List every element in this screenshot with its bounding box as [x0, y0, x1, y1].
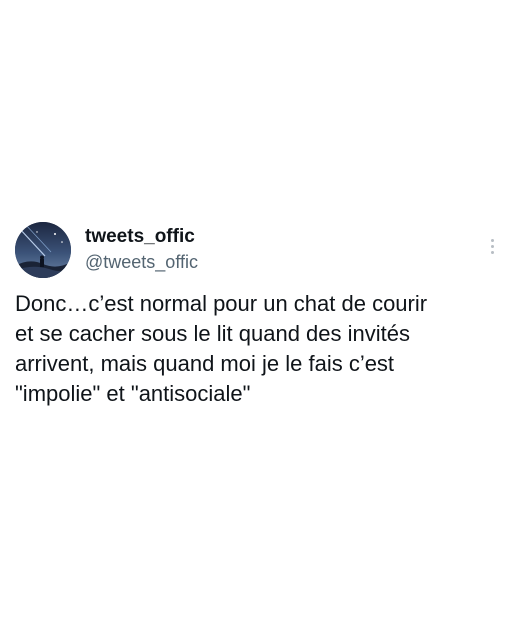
avatar[interactable]: [15, 222, 71, 278]
more-options-button[interactable]: [484, 232, 500, 260]
tweet-text-line: arrivent, mais quand moi je le fais c’es…: [15, 351, 395, 376]
more-vertical-icon-dot: [490, 244, 494, 248]
tweet-text: Donc…c’est normal pour un chat de courir…: [15, 289, 485, 409]
more-vertical-icon: [490, 238, 494, 242]
more-vertical-icon-dot: [490, 250, 494, 254]
tweet-text-line: "impolie" et "antisociale": [15, 381, 251, 406]
night-sky-avatar-icon: [15, 222, 71, 278]
tweet-text-line: Donc…c’est normal pour un chat de courir: [15, 291, 428, 316]
tweet-card: tweets_offic @tweets_offic Donc…c’est no…: [0, 0, 512, 640]
tweet-text-line: et se cacher sous le lit quand des invit…: [15, 321, 411, 346]
author-handle[interactable]: @tweets_offic: [85, 250, 198, 274]
author-display-name[interactable]: tweets_offic: [85, 225, 195, 249]
